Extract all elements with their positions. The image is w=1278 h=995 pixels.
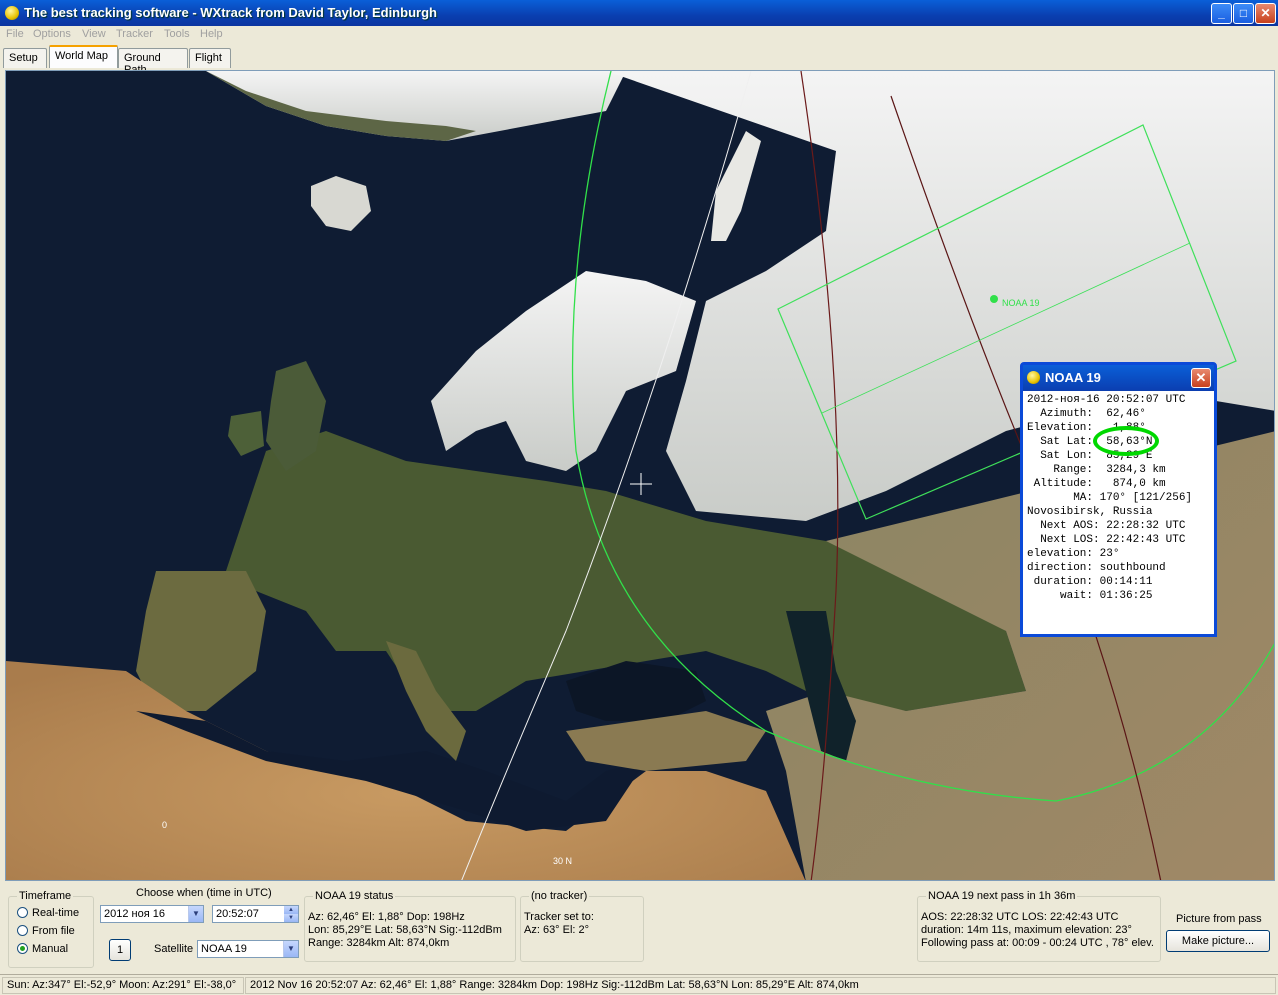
popup-line: elevation: 23°: [1027, 548, 1120, 560]
spin-up-icon[interactable]: ▲: [284, 906, 298, 914]
spin-down-icon[interactable]: ▼: [284, 914, 298, 922]
window-title: The best tracking software - WXtrack fro…: [24, 5, 437, 20]
popup-titlebar[interactable]: NOAA 19 ✕: [1023, 365, 1214, 391]
timeframe-group: Timeframe Real-time From file Manual: [8, 890, 94, 968]
popup-line: Azimuth: 62,46°: [1027, 408, 1146, 420]
date-picker[interactable]: 2012 ноя 16 ▼: [100, 905, 204, 923]
picture-label: Picture from pass: [1176, 913, 1262, 925]
menu-tracker[interactable]: Tracker: [116, 28, 153, 40]
popup-body: 2012-ноя-16 20:52:07 UTC Azimuth: 62,46°…: [1023, 391, 1214, 605]
tab-ground-path[interactable]: Ground Path: [118, 48, 188, 76]
make-picture-button[interactable]: Make picture...: [1166, 930, 1270, 952]
status-line-2: Lon: 85,29°E Lat: 58,63°N Sig:-112dBm: [308, 924, 502, 936]
tab-strip: Setup World Map Ground Path Flight: [0, 44, 1278, 76]
status-satellite: 2012 Nov 16 20:52:07 Az: 62,46° El: 1,88…: [245, 977, 1276, 994]
radio-circle: [17, 943, 28, 954]
popup-line: 2012-ноя-16 20:52:07 UTC: [1027, 394, 1186, 406]
popup-line: Next AOS: 22:28:32 UTC: [1027, 520, 1186, 532]
next-pass-group: NOAA 19 next pass in 1h 36m AOS: 22:28:3…: [917, 890, 1161, 962]
timeframe-label: Timeframe: [17, 890, 74, 902]
menu-bar: File Options View Tracker Tools Help: [0, 26, 1278, 44]
next-pass-line-3: Following pass at: 00:09 - 00:24 UTC , 7…: [921, 937, 1154, 949]
control-panel: Timeframe Real-time From file Manual Cho…: [0, 882, 1278, 974]
satellite-status-group: NOAA 19 status Az: 62,46° El: 1,88° Dop:…: [304, 890, 516, 962]
radio-circle: [17, 907, 28, 918]
status-line-1: Az: 62,46° El: 1,88° Dop: 198Hz: [308, 911, 465, 923]
tab-world-map[interactable]: World Map: [49, 45, 118, 68]
satellite-map-label: NOAA 19: [1002, 298, 1040, 308]
step-button[interactable]: 1: [109, 939, 131, 961]
radio-realtime[interactable]: Real-time: [17, 907, 79, 919]
satellite-select[interactable]: NOAA 19 ▼: [197, 940, 299, 958]
status-sun-moon: Sun: Az:347° El:-52,9° Moon: Az:291° El:…: [2, 977, 244, 994]
date-value: 2012 ноя 16: [104, 908, 165, 920]
popup-title: NOAA 19: [1045, 370, 1101, 385]
status-bar: Sun: Az:347° El:-52,9° Moon: Az:291° El:…: [0, 974, 1278, 995]
menu-view[interactable]: View: [82, 28, 106, 40]
popup-line: Novosibirsk, Russia: [1027, 506, 1153, 518]
radio-label: From file: [32, 925, 75, 937]
next-pass-line-2: duration: 14m 11s, maximum elevation: 23…: [921, 924, 1132, 936]
next-pass-line-1: AOS: 22:28:32 UTC LOS: 22:42:43 UTC: [921, 911, 1119, 923]
popup-line: duration: 00:14:11: [1027, 576, 1153, 588]
menu-tools[interactable]: Tools: [164, 28, 190, 40]
radio-label: Manual: [32, 943, 69, 955]
popup-icon: [1027, 371, 1040, 384]
menu-options[interactable]: Options: [33, 28, 71, 40]
popup-line: Range: 3284,3 km: [1027, 464, 1166, 476]
popup-line: MA: 170° [121/256]: [1027, 492, 1193, 504]
menu-file[interactable]: File: [6, 28, 24, 40]
satellite-value: NOAA 19: [201, 943, 247, 955]
radio-manual[interactable]: Manual: [17, 943, 68, 955]
tab-setup[interactable]: Setup: [3, 48, 47, 68]
lat-label-30n: 30 N: [553, 856, 572, 866]
maximize-button[interactable]: □: [1233, 3, 1254, 24]
popup-line: Altitude: 874,0 km: [1027, 478, 1166, 490]
chevron-down-icon[interactable]: ▼: [188, 906, 203, 922]
menu-help[interactable]: Help: [200, 28, 223, 40]
minimize-button[interactable]: _: [1211, 3, 1232, 24]
choose-when-label: Choose when (time in UTC): [136, 887, 272, 899]
tab-flight[interactable]: Flight: [189, 48, 231, 68]
time-spinner[interactable]: 20:52:07 ▲ ▼: [212, 905, 299, 923]
status-label: NOAA 19 status: [313, 890, 396, 902]
chevron-down-icon[interactable]: ▼: [283, 941, 298, 957]
highlight-ellipse: [1093, 426, 1159, 456]
popup-line: Next LOS: 22:42:43 UTC: [1027, 534, 1186, 546]
tracker-line-1: Tracker set to:: [524, 911, 594, 923]
lon-label-0: 0: [162, 820, 167, 830]
satellite-info-popup[interactable]: NOAA 19 ✕ 2012-ноя-16 20:52:07 UTC Azimu…: [1020, 362, 1217, 637]
satellite-label: Satellite: [154, 943, 194, 955]
status-line-3: Range: 3284km Alt: 874,0km: [308, 937, 450, 949]
next-pass-label: NOAA 19 next pass in 1h 36m: [926, 890, 1078, 902]
time-value: 20:52:07: [216, 908, 259, 920]
radio-label: Real-time: [32, 907, 80, 919]
close-button[interactable]: ✕: [1255, 3, 1276, 24]
satellite-marker: [990, 295, 998, 303]
popup-line: wait: 01:36:25: [1027, 590, 1153, 602]
app-icon[interactable]: [5, 6, 19, 20]
radio-from-file[interactable]: From file: [17, 925, 75, 937]
popup-close-button[interactable]: ✕: [1191, 368, 1211, 388]
tracker-line-2: Az: 63° El: 2°: [524, 924, 590, 936]
radio-circle: [17, 925, 28, 936]
popup-line: direction: southbound: [1027, 562, 1166, 574]
tracker-label: (no tracker): [529, 890, 590, 902]
tracker-group: (no tracker) Tracker set to: Az: 63° El:…: [520, 890, 644, 962]
title-bar: The best tracking software - WXtrack fro…: [0, 0, 1278, 26]
